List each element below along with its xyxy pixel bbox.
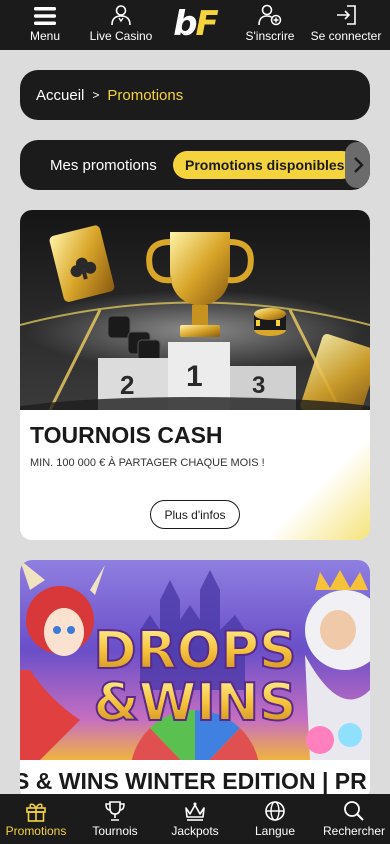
crown-icon: [185, 802, 205, 821]
nav-item-tournois[interactable]: Tournois: [80, 794, 150, 844]
logo-letter-f: F: [195, 4, 219, 44]
wins-word: &WINS: [93, 673, 296, 733]
menu-label: Menu: [29, 29, 61, 43]
signup-label: S'inscrire: [245, 29, 295, 43]
chevron-right-icon: [353, 157, 364, 173]
podium-number-1: 1: [186, 360, 203, 393]
promo-card-drops-wins[interactable]: DROPS &WINS S & WINS WINTER EDITION | PR: [20, 560, 370, 800]
nav-item-jackpots[interactable]: Jackpots: [160, 794, 230, 844]
drops-word: DROPS: [94, 621, 297, 681]
tab-my-promotions[interactable]: Mes promotions: [50, 140, 157, 190]
nav-label-promotions: Promotions: [5, 824, 67, 838]
globe-icon: [265, 801, 285, 821]
nav-item-promotions[interactable]: Promotions: [0, 794, 72, 844]
breadcrumb: Accueil > Promotions: [20, 70, 370, 120]
promo-title: TOURNOIS CASH: [30, 422, 223, 448]
nav-label-langue: Langue: [254, 824, 296, 838]
trophy-icon: [105, 801, 125, 821]
user-add-icon: [258, 4, 282, 26]
gift-icon: [26, 803, 46, 822]
breadcrumb-current: Promotions: [107, 86, 184, 104]
podium-number-3: 3: [252, 372, 266, 399]
promo-tabs: Mes promotions Promotions disponibles: [20, 140, 370, 190]
promo-title: S & WINS WINTER EDITION | PR: [20, 768, 367, 794]
login-button[interactable]: Se connecter: [306, 0, 386, 50]
search-icon: [344, 801, 364, 821]
hamburger-icon: [34, 7, 56, 25]
promo-banner-drops-wins: DROPS &WINS: [20, 560, 370, 760]
promo-card-body: TOURNOIS CASH MIN. 100 000 € À PARTAGER …: [20, 410, 370, 540]
breadcrumb-home-link[interactable]: Accueil: [36, 87, 84, 104]
nav-item-langue[interactable]: Langue: [240, 794, 310, 844]
top-bar: Menu Live Casino bF S'inscrire Se connec…: [0, 0, 390, 50]
more-info-button[interactable]: Plus d'infos: [150, 500, 240, 529]
breadcrumb-separator: >: [92, 88, 100, 102]
dealer-icon: [111, 5, 131, 26]
tab-available-promotions[interactable]: Promotions disponibles: [173, 151, 357, 179]
nav-label-tournois: Tournois: [92, 824, 138, 838]
brand-logo[interactable]: bF: [170, 4, 220, 44]
signup-button[interactable]: S'inscrire: [240, 0, 300, 50]
live-casino-label: Live Casino: [89, 29, 153, 43]
nav-label-rechercher: Rechercher: [322, 824, 386, 838]
podium-number-2: 2: [120, 370, 135, 400]
drops-wins-illustration: DROPS &WINS: [20, 560, 370, 760]
live-casino-button[interactable]: Live Casino: [86, 0, 156, 50]
nav-label-jackpots: Jackpots: [171, 824, 219, 838]
bottom-nav: Promotions Tournois Jackpots Langue Rech…: [0, 794, 390, 844]
login-label: Se connecter: [310, 29, 382, 43]
menu-button[interactable]: Menu: [22, 0, 68, 50]
promo-subtitle: MIN. 100 000 € À PARTAGER CHAQUE MOIS !: [30, 457, 265, 469]
promo-banner-tournament: 2 1 3: [20, 210, 370, 410]
tabs-scroll-right-button[interactable]: [345, 142, 370, 188]
login-icon: [337, 5, 356, 25]
promo-card-tournois-cash[interactable]: 2 1 3 TOURNOIS CASH MIN. 100 000 € À PAR…: [20, 210, 370, 540]
nav-item-rechercher[interactable]: Rechercher: [318, 794, 390, 844]
logo-letter-b: b: [173, 4, 197, 44]
